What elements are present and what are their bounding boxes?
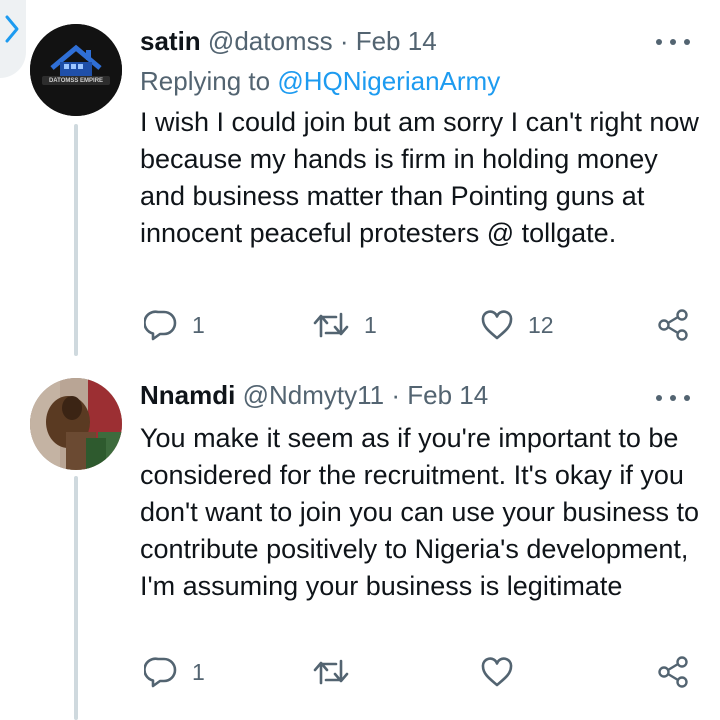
tweet-actions: 1 1 12 xyxy=(140,305,700,345)
share-icon xyxy=(658,309,688,341)
like-button[interactable] xyxy=(480,652,528,692)
retweet-button[interactable]: 1 xyxy=(312,305,377,345)
avatar[interactable] xyxy=(30,378,122,470)
retweet-icon xyxy=(313,312,349,338)
like-icon xyxy=(481,657,513,687)
tweet-actions: 1 xyxy=(140,652,700,692)
profile-photo-icon xyxy=(30,378,122,470)
separator-dot: · xyxy=(391,380,400,410)
thread-line xyxy=(74,476,78,720)
user-handle[interactable]: @Ndmyty11 xyxy=(243,380,385,410)
tweet-satin[interactable]: DATOMSS EMPIRE satin @datomss · Feb 14 R… xyxy=(0,0,720,356)
more-options-button[interactable] xyxy=(656,388,690,408)
reply-count: 1 xyxy=(192,658,205,685)
replying-label: Replying to xyxy=(140,66,271,96)
house-logo-icon xyxy=(30,24,122,116)
tweet-nnamdi[interactable]: Nnamdi @Ndmyty11 · Feb 14 You make it se… xyxy=(0,356,720,720)
tweet-date[interactable]: Feb 14 xyxy=(356,26,437,56)
share-icon xyxy=(658,656,688,688)
retweet-button[interactable] xyxy=(312,652,364,692)
reply-icon xyxy=(144,310,177,341)
more-icon xyxy=(656,395,662,401)
tweet-date[interactable]: Feb 14 xyxy=(407,380,488,410)
reply-count: 1 xyxy=(192,311,205,338)
tweet-header: satin @datomss · Feb 14 xyxy=(140,24,437,58)
tweet-text: You make it seem as if you're important … xyxy=(140,423,699,601)
retweet-count: 1 xyxy=(364,311,377,338)
display-name[interactable]: satin xyxy=(140,26,201,56)
thread-line xyxy=(74,124,78,356)
like-button[interactable]: 12 xyxy=(480,305,554,345)
avatar[interactable]: DATOMSS EMPIRE xyxy=(30,24,122,116)
share-button[interactable] xyxy=(656,305,690,345)
retweet-icon xyxy=(313,659,349,685)
reply-button[interactable]: 1 xyxy=(144,652,205,692)
reply-icon xyxy=(144,657,177,688)
separator-dot: · xyxy=(339,26,349,56)
reply-button[interactable]: 1 xyxy=(144,305,205,345)
tweet-header: Nnamdi @Ndmyty11 · Feb 14 xyxy=(140,378,488,412)
share-button[interactable] xyxy=(656,652,690,692)
more-options-button[interactable] xyxy=(656,32,690,52)
user-handle[interactable]: @datomss xyxy=(208,26,333,56)
display-name[interactable]: Nnamdi xyxy=(140,380,235,410)
like-count: 12 xyxy=(528,311,554,338)
replying-to-mention[interactable]: @HQNigerianArmy xyxy=(277,66,500,96)
more-icon xyxy=(656,39,662,45)
replying-to: Replying to @HQNigerianArmy xyxy=(140,64,500,98)
avatar-logo-text: DATOMSS EMPIRE xyxy=(48,78,104,84)
like-icon xyxy=(481,310,513,340)
tweet-text: I wish I could join but am sorry I can't… xyxy=(140,107,699,248)
